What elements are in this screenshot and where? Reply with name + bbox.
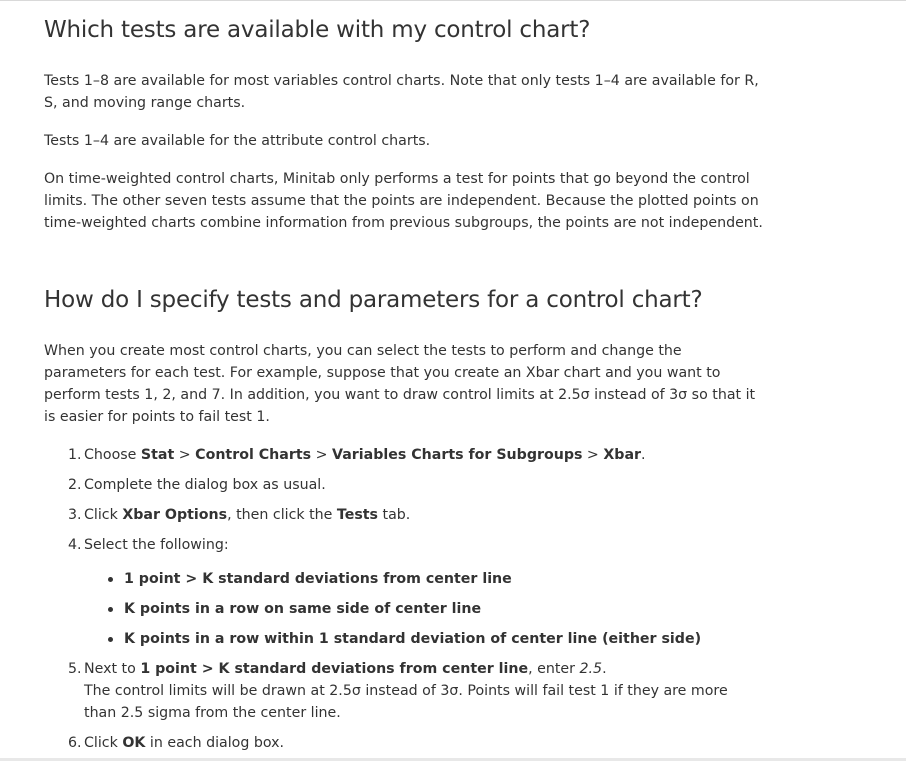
k-std-dev-option: 1 point > K standard deviations from cen… (140, 661, 529, 677)
paragraph-variables-tests: Tests 1–8 are available for most variabl… (44, 73, 759, 111)
list-item: 1 point > K standard deviations from cen… (44, 568, 764, 590)
step-number: 6. (68, 735, 82, 751)
step-5-note: The control limits will be drawn at 2.5σ… (84, 683, 728, 721)
list-item: K points in a row on same side of center… (44, 598, 764, 620)
bullet-icon (108, 637, 113, 642)
bullet-icon (108, 607, 113, 612)
step-number: 1. (68, 447, 82, 463)
ok-button-label: OK (122, 735, 146, 751)
step-4: 4. Select the following: (44, 534, 764, 556)
step-number: 5. (68, 661, 82, 677)
xbar-options-label: Xbar Options (122, 507, 228, 523)
step-number: 4. (68, 537, 82, 553)
menu-control-charts: Control Charts (195, 447, 312, 463)
steps-list-continued: 5. Next to 1 point > K standard deviation… (44, 658, 764, 754)
step-5: 5. Next to 1 point > K standard deviation… (44, 658, 764, 724)
menu-xbar: Xbar (603, 447, 642, 463)
menu-stat: Stat (140, 447, 175, 463)
section-heading-available-tests: Which tests are available with my contro… (44, 17, 591, 43)
list-item: K points in a row within 1 standard devi… (44, 628, 764, 650)
paragraph-attribute-tests: Tests 1–4 are available for the attribut… (44, 133, 431, 149)
step-3: 3. Click Xbar Options, then click the Tes… (44, 504, 764, 526)
step-1: 1. Choose Stat > Control Charts > Variabl… (44, 444, 764, 466)
step-2: 2. Complete the dialog box as usual. (44, 474, 764, 496)
step-number: 2. (68, 477, 82, 493)
article-content: Which tests are available with my contro… (44, 0, 764, 754)
step-number: 3. (68, 507, 82, 523)
paragraph-time-weighted: On time-weighted control charts, Minitab… (44, 171, 763, 231)
steps-list: 1. Choose Stat > Control Charts > Variabl… (44, 444, 764, 556)
paragraph-specify-intro: When you create most control charts, you… (44, 343, 756, 425)
step-6: 6. Click OK in each dialog box. (44, 732, 764, 754)
k-value: 2.5 (579, 661, 603, 677)
section-heading-specify-tests: How do I specify tests and parameters fo… (44, 287, 703, 313)
menu-variables-charts: Variables Charts for Subgroups (332, 447, 583, 463)
tests-tab-label: Tests (336, 507, 378, 523)
test-options-list: 1 point > K standard deviations from cen… (44, 568, 764, 650)
bullet-icon (108, 577, 113, 582)
